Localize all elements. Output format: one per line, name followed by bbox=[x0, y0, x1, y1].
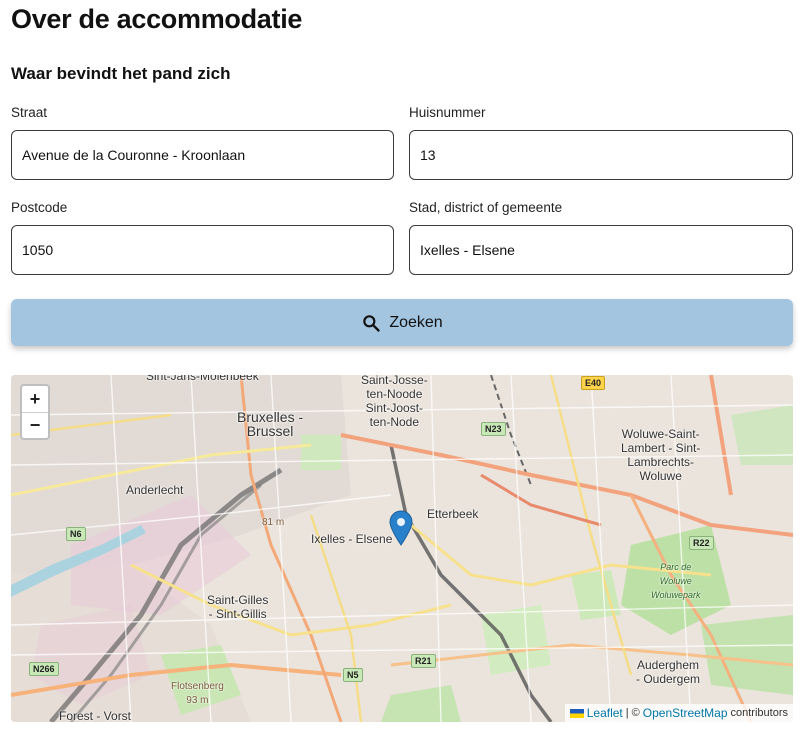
road-shield-n23: N23 bbox=[481, 422, 506, 436]
map-label-elevation: 81 m bbox=[262, 517, 285, 528]
road-shield-n5: N5 bbox=[343, 668, 363, 682]
map-label-saint-josse: Saint-Josse- ten-Noode Sint-Joost- ten-N… bbox=[361, 375, 428, 429]
search-button-label: Zoeken bbox=[389, 313, 443, 331]
road-shield-n266: N266 bbox=[29, 662, 59, 676]
map-label-anderlecht: Anderlecht bbox=[126, 483, 184, 497]
road-shield-n6: N6 bbox=[66, 527, 86, 541]
search-button[interactable]: Zoeken bbox=[11, 299, 793, 346]
map-label-forest: Forest - Vorst bbox=[59, 709, 132, 722]
map-label-bruxelles: Bruxelles - Brussel bbox=[237, 409, 304, 439]
map-attribution: Leaflet | © OpenStreetMap contributors bbox=[564, 704, 793, 722]
house-number-input[interactable]: 13 bbox=[409, 130, 793, 180]
map-label-saint-gilles: Saint-Gilles - Sint-Gillis bbox=[207, 593, 269, 621]
leaflet-link[interactable]: Leaflet bbox=[587, 706, 623, 720]
house-number-label: Huisnummer bbox=[409, 105, 486, 120]
road-shield-r21: R21 bbox=[411, 654, 436, 668]
map-label-auderghem: Auderghem - Oudergem bbox=[636, 658, 701, 686]
road-shield-e40: E40 bbox=[581, 376, 606, 390]
street-input[interactable]: Avenue de la Couronne - Kroonlaan bbox=[11, 130, 394, 180]
postcode-input[interactable]: 1050 bbox=[11, 225, 394, 275]
location-marker-icon[interactable] bbox=[389, 510, 413, 551]
map-label-ixelles: Ixelles - Elsene bbox=[311, 532, 393, 546]
location-map[interactable]: Sint-Jans-Molenbeek Saint-Josse- ten-Noo… bbox=[11, 375, 793, 722]
zoom-in-button[interactable]: + bbox=[22, 386, 48, 412]
page-title: Over de accommodatie bbox=[11, 4, 303, 34]
ukraine-flag-icon bbox=[569, 708, 584, 718]
city-label: Stad, district of gemeente bbox=[409, 200, 563, 215]
search-icon bbox=[361, 313, 381, 333]
map-label-molenbeek: Sint-Jans-Molenbeek bbox=[146, 375, 259, 383]
attribution-separator: | © bbox=[625, 707, 640, 719]
openstreetmap-link[interactable]: OpenStreetMap bbox=[643, 706, 728, 720]
map-label-woluwe: Woluwe-Saint- Lambert - Sint- Lambrechts… bbox=[621, 427, 701, 483]
map-label-etterbeek: Etterbeek bbox=[427, 507, 479, 521]
street-label: Straat bbox=[11, 105, 48, 120]
zoom-control: + − bbox=[20, 384, 50, 440]
section-subtitle: Waar bevindt het pand zich bbox=[11, 64, 231, 83]
map-label-parc-woluwe: Parc de Woluwe Woluwepark bbox=[651, 562, 701, 600]
city-input[interactable]: Ixelles - Elsene bbox=[409, 225, 793, 275]
postcode-label: Postcode bbox=[11, 200, 68, 215]
attribution-contributors: contributors bbox=[730, 707, 788, 719]
zoom-out-button[interactable]: − bbox=[22, 412, 48, 438]
map-label-flotsenberg: Flotsenberg 93 m bbox=[171, 681, 224, 706]
road-shield-r22: R22 bbox=[689, 536, 714, 550]
